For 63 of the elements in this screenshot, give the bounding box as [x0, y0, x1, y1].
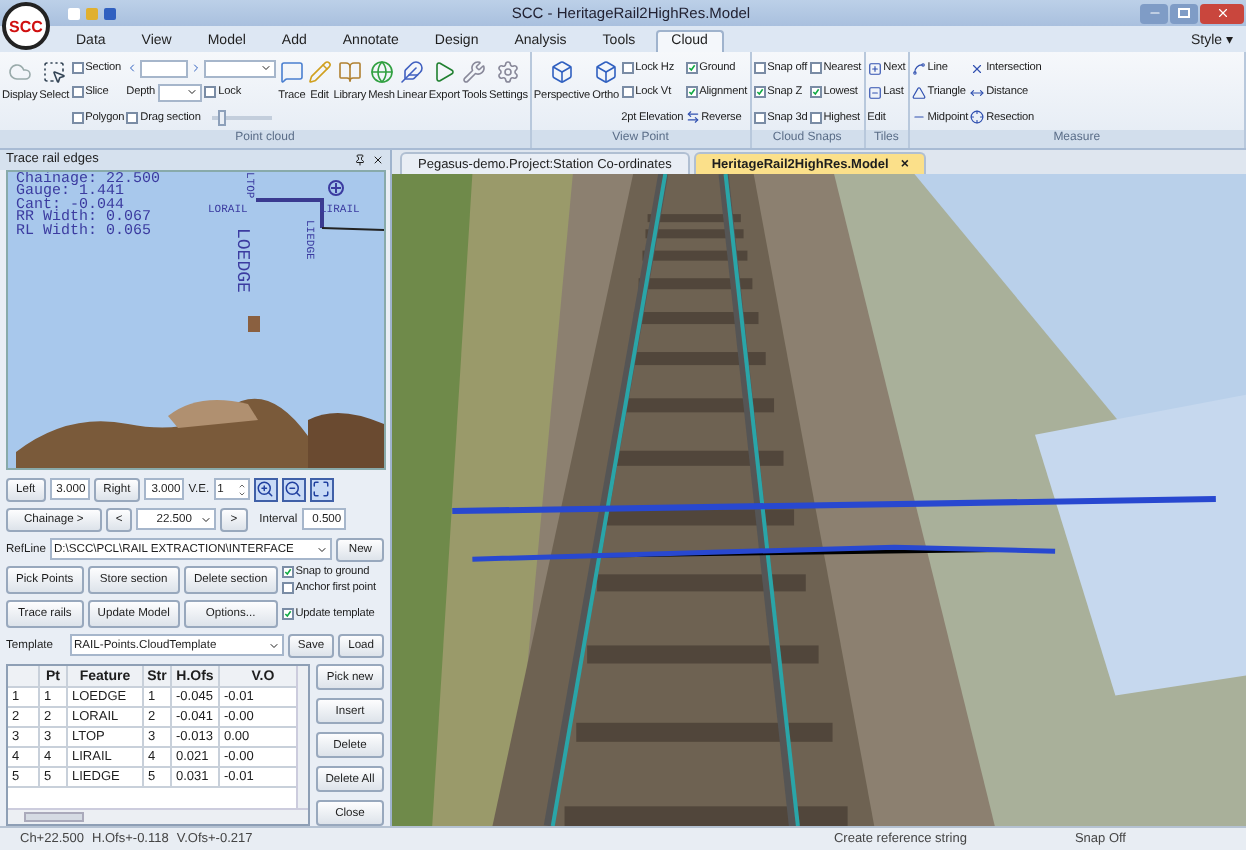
- cloud-icon: [7, 60, 32, 84]
- caret-icon: [260, 62, 273, 75]
- zoom-out-button[interactable]: [281, 477, 306, 501]
- checkbox[interactable]: [71, 86, 84, 99]
- triangle-icon: [911, 85, 926, 100]
- dropdown-field[interactable]: [157, 83, 202, 102]
- swap-icon: [685, 110, 700, 125]
- point-label: LOEDGE: [232, 227, 250, 293]
- pin-icon[interactable]: [354, 153, 366, 166]
- checkbox[interactable]: [685, 62, 698, 75]
- maximize-button[interactable]: [1170, 3, 1198, 23]
- minimize-icon: [1147, 6, 1161, 20]
- cube-icon: [549, 60, 574, 84]
- checkbox[interactable]: [809, 62, 822, 75]
- checkbox[interactable]: [204, 86, 217, 99]
- zoom-in-button[interactable]: [253, 477, 278, 501]
- dropdown-field[interactable]: [204, 59, 277, 78]
- select-icon: [42, 60, 67, 84]
- checkbox[interactable]: [809, 111, 822, 124]
- checkbox[interactable]: [809, 86, 822, 99]
- checkbox[interactable]: [753, 62, 766, 75]
- message-icon: [279, 60, 304, 84]
- slider-thumb[interactable]: [218, 109, 227, 126]
- close-button[interactable]: [1200, 3, 1244, 23]
- checkbox[interactable]: [281, 582, 294, 594]
- cross-icon: [970, 61, 985, 76]
- line-icon: [911, 61, 926, 76]
- scrollbar[interactable]: [296, 666, 308, 808]
- checkbox[interactable]: [281, 566, 294, 578]
- checkbox[interactable]: [753, 86, 766, 99]
- checkbox[interactable]: [621, 62, 634, 75]
- checkbox[interactable]: [281, 608, 294, 620]
- caret-icon: [316, 543, 329, 555]
- close-icon: [1215, 6, 1229, 20]
- scrollbar[interactable]: [8, 808, 308, 824]
- minimize-button[interactable]: [1140, 3, 1168, 23]
- book-icon: [337, 60, 362, 84]
- checkbox[interactable]: [71, 111, 84, 124]
- spin-field[interactable]: [140, 59, 189, 78]
- settings-icon: [496, 60, 521, 84]
- cube-icon: [593, 60, 618, 84]
- app-logo[interactable]: SCC: [2, 2, 50, 50]
- fit-button[interactable]: [309, 477, 334, 501]
- checkbox[interactable]: [685, 86, 698, 99]
- caret-icon: [185, 86, 198, 99]
- play-icon: [432, 60, 457, 84]
- caret-icon: [267, 639, 280, 651]
- minus-icon: [867, 85, 882, 100]
- caret-icon: [200, 513, 213, 525]
- plus-icon: [867, 61, 882, 76]
- globe-icon: [369, 60, 394, 84]
- checkbox[interactable]: [753, 111, 766, 124]
- checkbox[interactable]: [126, 111, 139, 124]
- maximize-icon: [1178, 8, 1190, 18]
- checkbox[interactable]: [621, 86, 634, 99]
- checkbox[interactable]: [71, 62, 84, 75]
- feather-icon: [399, 60, 424, 84]
- target-icon: [328, 179, 344, 196]
- crosshair-icon: [970, 110, 985, 125]
- arrows-icon: [970, 85, 985, 100]
- pencil-icon: [307, 60, 332, 84]
- close-icon[interactable]: [372, 153, 384, 166]
- wrench-icon: [462, 60, 487, 84]
